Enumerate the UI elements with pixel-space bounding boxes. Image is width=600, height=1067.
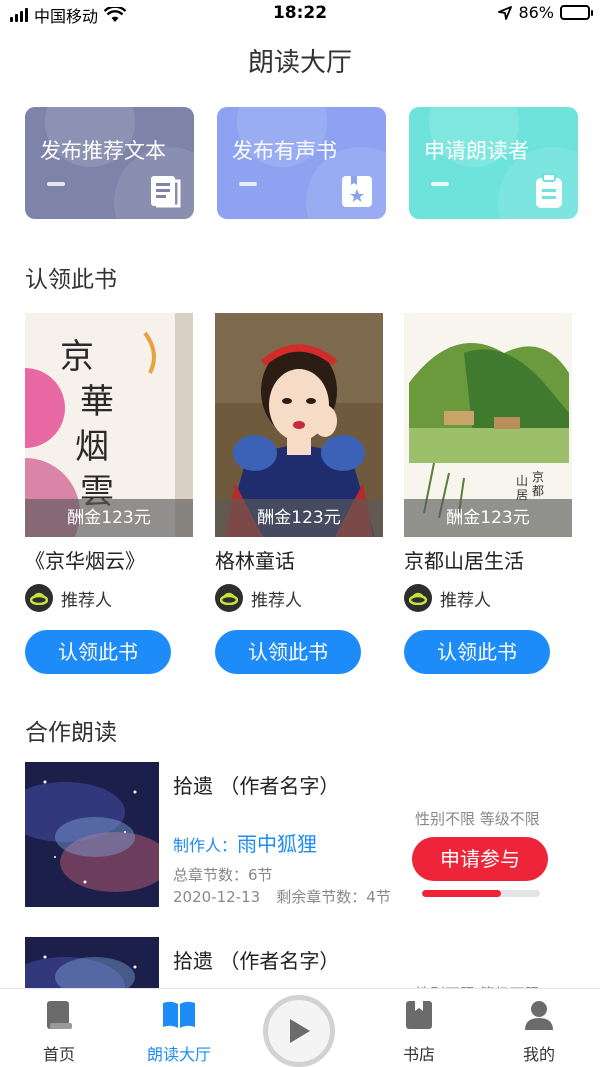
status-bar: 中国移动 18:22 86% [0, 0, 600, 28]
book-cover[interactable]: 酬金123元 [215, 313, 383, 537]
coop-limits: 性别不限 等级不限 [415, 810, 540, 828]
svg-text:烟: 烟 [75, 427, 109, 467]
book-card: 京 華 烟 雲 酬金123元 《京华烟云》 推荐人 认领此书 [25, 313, 193, 674]
tab-bookstore[interactable]: 书店 [369, 997, 469, 1065]
star-bookmark-icon [342, 176, 372, 207]
reward-label: 酬金123元 [215, 499, 383, 537]
tab-label: 朗读大厅 [146, 1045, 211, 1064]
location-arrow-icon [498, 5, 513, 20]
tab-label: 书店 [402, 1045, 435, 1064]
tab-home[interactable]: 首页 [9, 997, 109, 1065]
play-icon [290, 1019, 310, 1043]
card-dash [47, 182, 65, 186]
book-title: 《京华烟云》 [25, 549, 145, 573]
svg-text:山: 山 [516, 474, 528, 488]
svg-text:都: 都 [532, 484, 544, 498]
apply-join-button[interactable]: 申请参与 [412, 837, 548, 881]
tab-reading-hall[interactable]: 朗读大厅 [129, 997, 229, 1065]
bookstore-icon [406, 1001, 432, 1029]
recommender-avatar-icon [404, 584, 432, 612]
publish-recommendation-card[interactable]: 发布推荐文本 [25, 107, 194, 219]
recommender: 推荐人 [215, 584, 383, 612]
coop-list-item[interactable]: 拾遗 （作者名字） 性别不限 等级不限 制作人：雨中狐狸 总章节数：6节 202… [25, 762, 575, 907]
coop-date: 2020-12-13 [173, 888, 261, 906]
coop-title: 拾遗 （作者名字） [173, 949, 340, 973]
clipboard-icon [536, 173, 562, 208]
book-title: 京都山居生活 [404, 549, 524, 573]
coop-producer: 制作人：雨中狐狸 [173, 828, 317, 857]
book-card: 酬金123元 格林童话 推荐人 认领此书 [215, 313, 383, 674]
status-right: 86% [498, 3, 593, 22]
tab-label: 我的 [522, 1045, 555, 1064]
open-book-icon [163, 1001, 195, 1028]
book-title: 格林童话 [215, 549, 295, 573]
producer-label: 制作人： [173, 836, 238, 855]
book-card: 京 都 山 居 酬金123元 京都山居生活 推荐人 认领此书 [404, 313, 572, 674]
battery-icon [560, 5, 593, 20]
recommender-label: 推荐人 [440, 590, 491, 611]
recommender-avatar-icon [25, 584, 53, 612]
battery-percent: 86% [518, 3, 554, 22]
recommender-label: 推荐人 [251, 590, 302, 611]
svg-text:京: 京 [60, 337, 94, 377]
card-title: 发布推荐文本 [40, 139, 166, 163]
svg-text:京: 京 [532, 470, 544, 484]
card-title: 申请朗读者 [424, 139, 529, 163]
reward-label: 酬金123元 [25, 499, 193, 537]
page-title: 朗读大厅 [247, 48, 352, 78]
card-dash [239, 182, 257, 186]
progress-bar [422, 890, 540, 897]
claim-book-button[interactable]: 认领此书 [25, 630, 171, 674]
profile-icon [525, 1001, 553, 1030]
tab-bar: 首页 朗读大厅 书店 我的 [0, 988, 600, 1067]
tab-label: 首页 [42, 1045, 75, 1064]
recommender-label: 推荐人 [61, 590, 112, 611]
publish-audiobook-card[interactable]: 发布有声书 [217, 107, 386, 219]
coop-section-title: 合作朗读 [25, 720, 117, 746]
apply-reader-card[interactable]: 申请朗读者 [409, 107, 578, 219]
svg-text:華: 華 [80, 382, 114, 422]
coop-title: 拾遗 （作者名字） [173, 774, 340, 798]
progress-fill [422, 890, 502, 897]
claim-section-title: 认领此书 [25, 267, 117, 293]
book-cover[interactable]: 京 都 山 居 酬金123元 [404, 313, 572, 537]
tab-profile[interactable]: 我的 [489, 997, 589, 1065]
recommender: 推荐人 [404, 584, 572, 612]
book-cover[interactable]: 京 華 烟 雲 酬金123元 [25, 313, 193, 537]
reward-label: 酬金123元 [404, 499, 572, 537]
total-chapters: 总章节数：6节 [173, 866, 273, 884]
document-icon [151, 176, 181, 208]
card-dash [431, 182, 449, 186]
producer-name[interactable]: 雨中狐狸 [237, 832, 317, 856]
claim-book-button[interactable]: 认领此书 [215, 630, 361, 674]
remaining-chapters: 剩余章节数：4节 [276, 888, 391, 906]
coop-date-row: 2020-12-13 剩余章节数：4节 [173, 886, 391, 907]
play-button[interactable] [263, 995, 335, 1067]
home-book-icon [47, 1001, 72, 1029]
coop-cover [25, 762, 159, 907]
claim-book-button[interactable]: 认领此书 [404, 630, 550, 674]
card-title: 发布有声书 [232, 139, 337, 163]
recommender-avatar-icon [215, 584, 243, 612]
recommender: 推荐人 [25, 584, 193, 612]
